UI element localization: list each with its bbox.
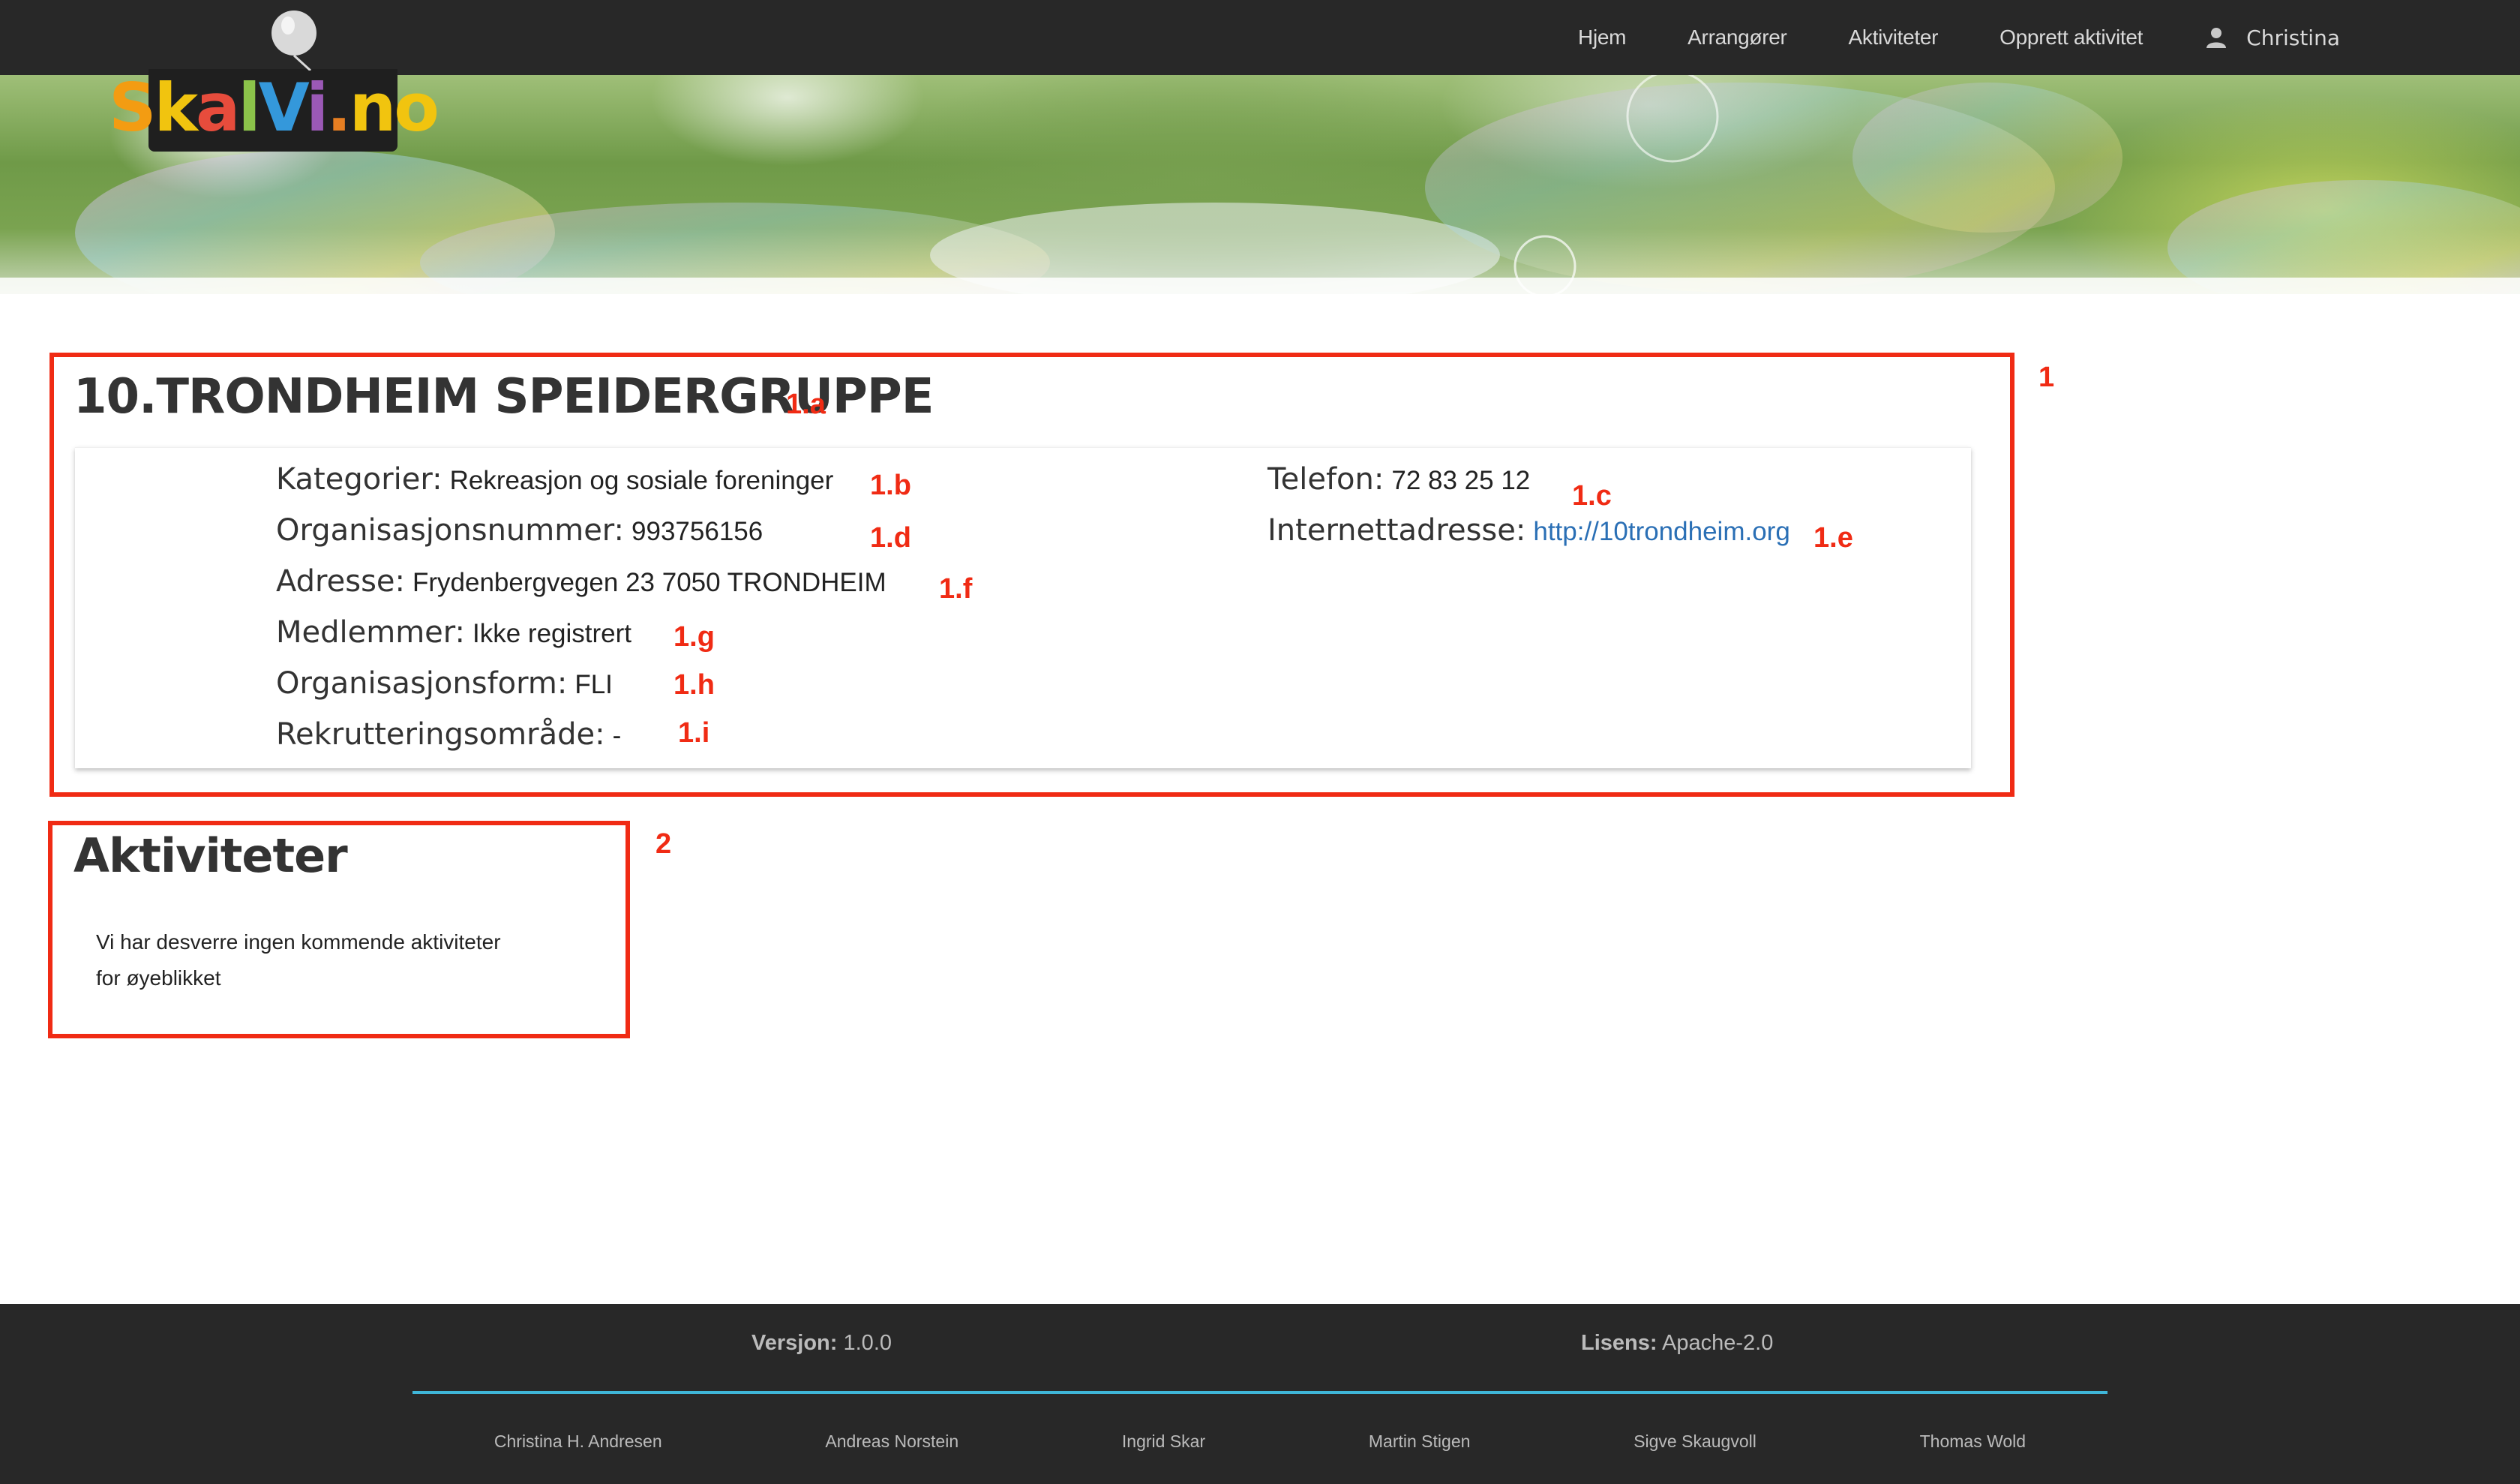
- author-name: Andreas Norstein: [825, 1431, 959, 1451]
- nav-links: Hjem Arrangører Aktiviteter Opprett akti…: [1516, 0, 2340, 75]
- activities-empty-message: Vi har desverre ingen kommende aktivitet…: [96, 930, 501, 990]
- field-organisasjonsnummer: Organisasjonsnummer: 993756156: [276, 513, 764, 548]
- website-link[interactable]: http://10trondheim.org: [1533, 517, 1790, 547]
- author-name: Martin Stigen: [1368, 1431, 1471, 1451]
- footer-license: Lisens: Apache-2.0: [1581, 1331, 1774, 1355]
- balloon-icon: [272, 11, 316, 71]
- annotation-label-1d: 1.d: [870, 522, 911, 554]
- field-internettadresse: Internettadresse: http://10trondheim.org: [1268, 513, 1790, 548]
- activities-title: Aktiviteter: [74, 828, 348, 883]
- annotation-label-1h: 1.h: [674, 669, 715, 701]
- annotation-label-1f: 1.f: [939, 573, 973, 605]
- field-organisasjonsform: Organisasjonsform: FLI: [276, 666, 613, 701]
- annotation-label-1b: 1.b: [870, 470, 911, 501]
- annotation-label-1e: 1.e: [1814, 522, 1853, 554]
- nav-link-arrangorer[interactable]: Arrangører: [1688, 26, 1787, 50]
- nav-link-opprett-aktivitet[interactable]: Opprett aktivitet: [2000, 26, 2143, 50]
- user-icon: [2206, 28, 2227, 48]
- footer-version: Versjon: 1.0.0: [752, 1331, 892, 1355]
- field-rekrutteringsomrade: Rekrutteringsområde: -: [276, 717, 622, 752]
- author-name: Ingrid Skar: [1121, 1431, 1206, 1451]
- author-name: Thomas Wold: [1919, 1431, 2026, 1451]
- nav-user-menu[interactable]: Christina: [2204, 26, 2340, 50]
- navbar: Hjem Arrangører Aktiviteter Opprett akti…: [0, 0, 2520, 75]
- annotation-label-2: 2: [656, 828, 672, 860]
- logo-text: SkalVi.no: [109, 68, 440, 146]
- nav-link-hjem[interactable]: Hjem: [1578, 26, 1626, 50]
- site-logo[interactable]: SkalVi.no: [109, 11, 440, 152]
- annotation-label-1a: 1.a: [786, 389, 826, 420]
- footer: [0, 1304, 2520, 1484]
- field-adresse: Adresse: Frydenbergvegen 23 7050 TRONDHE…: [276, 564, 886, 599]
- footer-divider: [412, 1391, 2108, 1394]
- nav-link-aktiviteter[interactable]: Aktiviteter: [1849, 26, 1939, 50]
- nav-user-name: Christina: [2246, 25, 2340, 50]
- annotation-label-1c: 1.c: [1572, 480, 1612, 512]
- field-medlemmer: Medlemmer: Ikke registrert: [276, 615, 632, 650]
- footer-authors: Christina H. Andresen Andreas Norstein I…: [412, 1431, 2108, 1452]
- field-telefon: Telefon: 72 83 25 12: [1268, 462, 1531, 497]
- annotation-label-1g: 1.g: [674, 621, 715, 653]
- author-name: Sigve Skaugvoll: [1634, 1431, 1756, 1451]
- annotation-label-1: 1: [2038, 362, 2055, 393]
- author-name: Christina H. Andresen: [494, 1431, 662, 1451]
- field-kategorier: Kategorier: Rekreasjon og sosiale foreni…: [276, 462, 834, 497]
- annotation-label-1i: 1.i: [678, 717, 710, 749]
